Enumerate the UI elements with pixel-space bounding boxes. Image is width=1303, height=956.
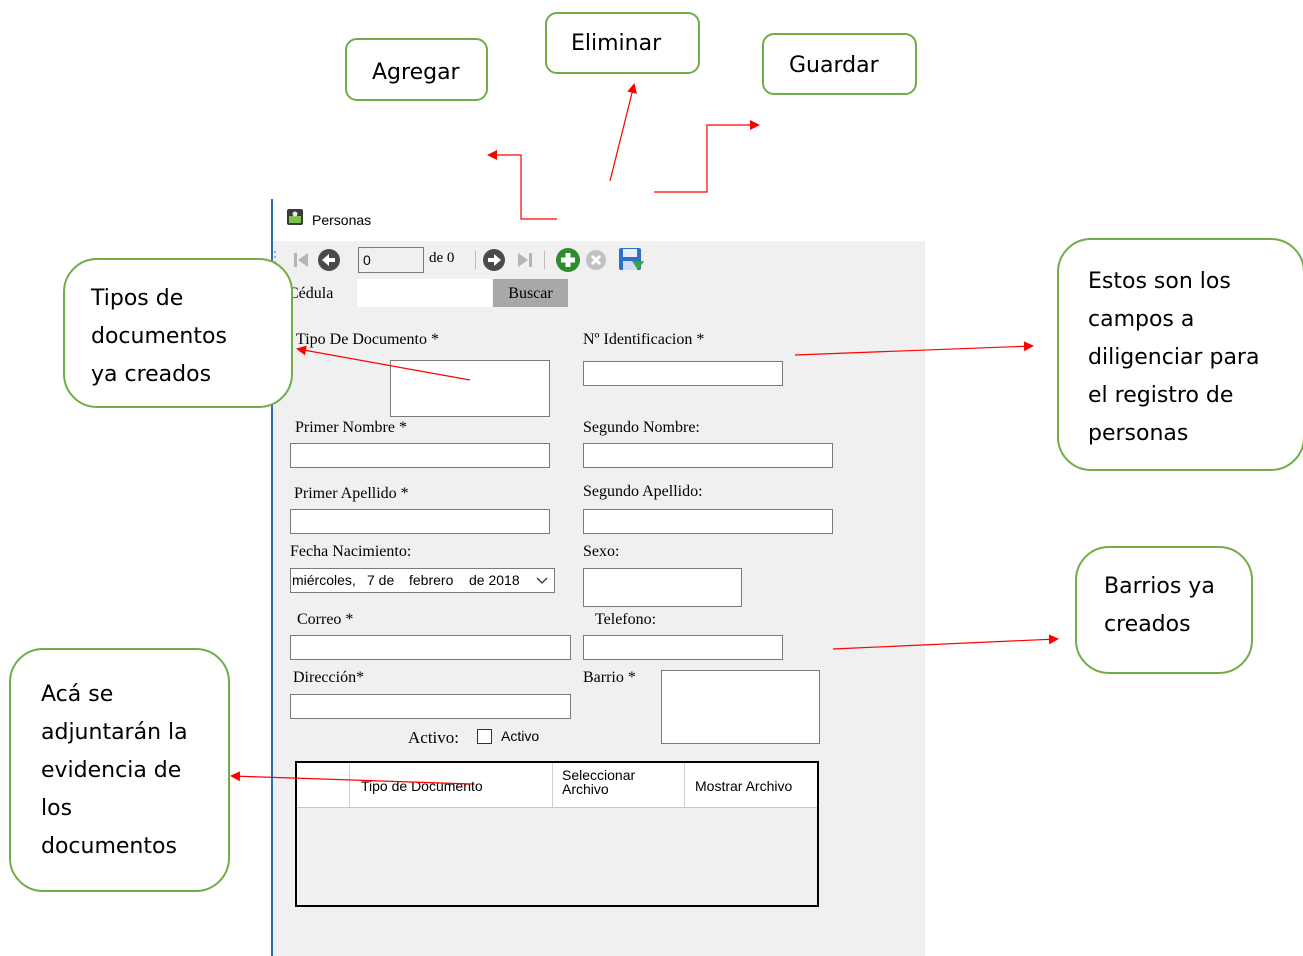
barrio-list[interactable] — [661, 670, 820, 744]
barrio-label: Barrio * — [583, 669, 636, 686]
callout-campos-line: diligenciar para — [1088, 345, 1260, 370]
save-icon[interactable] — [618, 247, 644, 273]
cedula-label: Cédula — [288, 285, 334, 302]
telefono-field[interactable] — [583, 635, 783, 660]
segundo-nombre-field[interactable] — [583, 443, 833, 468]
buscar-button-label: Buscar — [508, 285, 553, 302]
identificacion-label: Nº Identificacion * — [583, 331, 705, 348]
add-new-icon[interactable] — [555, 247, 581, 273]
cedula-search-input[interactable] — [357, 279, 492, 307]
segundo-nombre-label: Segundo Nombre: — [583, 419, 700, 436]
callout-evidencia-line: adjuntarán la — [41, 720, 188, 745]
telefono-label: Telefono: — [595, 611, 657, 628]
fecha-weekday: miércoles, — [292, 572, 356, 588]
binding-navigator: de 0 — [271, 241, 925, 279]
tipo-documento-list[interactable] — [390, 360, 550, 417]
move-previous-icon[interactable] — [317, 248, 341, 272]
callout-eliminar-text: Eliminar — [571, 31, 662, 56]
personas-window: Personas de 0 Cédul — [271, 197, 925, 956]
column-header-seleccionar[interactable]: Seleccionar Archivo — [562, 768, 635, 796]
arrow-eliminar — [609, 83, 637, 182]
primer-apellido-field[interactable] — [290, 509, 550, 534]
activo-checkbox[interactable] — [477, 729, 492, 744]
fecha-nacimiento-label: Fecha Nacimiento: — [290, 543, 412, 560]
callout-campos: Estos son los campos a diligenciar para … — [1057, 238, 1303, 471]
direccion-label: Dirección* — [293, 669, 365, 686]
app-icon — [287, 209, 303, 225]
correo-label: Correo * — [297, 611, 354, 628]
direccion-field[interactable] — [290, 694, 571, 719]
segundo-apellido-label: Segundo Apellido: — [583, 483, 703, 500]
fecha-day: 7 de — [367, 572, 395, 588]
callout-evidencia-line: documentos — [41, 834, 177, 859]
callout-evidencia-line: evidencia de — [41, 758, 182, 783]
callout-campos-line: el registro de — [1088, 383, 1234, 408]
buscar-button[interactable]: Buscar — [493, 279, 568, 307]
chevron-down-icon[interactable] — [536, 577, 548, 585]
callout-barrios: Barrios ya creados — [1075, 546, 1253, 674]
callout-guardar: Guardar — [762, 33, 917, 95]
callout-eliminar: Eliminar — [545, 12, 700, 74]
callout-agregar-text: Agregar — [372, 60, 460, 85]
callout-guardar-text: Guardar — [789, 53, 879, 78]
count-label: de 0 — [429, 250, 455, 266]
fecha-year: de 2018 — [469, 572, 520, 588]
tipo-documento-label: Tipo De Documento * — [296, 331, 439, 348]
correo-field[interactable] — [290, 635, 571, 660]
sexo-list[interactable] — [583, 568, 742, 607]
primer-apellido-label: Primer Apellido * — [294, 485, 409, 502]
toolbar-separator — [475, 251, 476, 269]
callout-evidencia: Acá se adjuntarán la evidencia de los do… — [9, 648, 230, 892]
documentos-grid[interactable]: Tipo de Documento Seleccionar Archivo Mo… — [295, 761, 819, 907]
primer-nombre-label: Primer Nombre * — [295, 419, 407, 436]
callout-tipos-line: documentos — [91, 324, 227, 349]
fecha-nacimiento-picker[interactable]: miércoles, 7 de febrero de 2018 — [290, 568, 555, 593]
callout-barrios-line: Barrios ya — [1104, 574, 1215, 599]
fecha-month: febrero — [409, 572, 454, 588]
callout-campos-line: Estos son los — [1088, 269, 1231, 294]
column-header-mostrar[interactable]: Mostrar Archivo — [695, 778, 792, 794]
column-header-tipo[interactable]: Tipo de Documento — [361, 778, 483, 794]
move-first-icon[interactable] — [291, 250, 311, 270]
callout-tipos-line: Tipos de — [91, 286, 184, 311]
sexo-label: Sexo: — [583, 543, 620, 560]
callout-barrios-line: creados — [1104, 612, 1191, 637]
callout-evidencia-line: Acá se — [41, 682, 114, 707]
identificacion-field[interactable] — [583, 361, 783, 386]
title-bar: Personas — [271, 197, 925, 241]
primer-nombre-field[interactable] — [290, 443, 550, 468]
callout-tipos-documentos: Tipos de documentos ya creados — [63, 258, 293, 408]
window-title: Personas — [312, 212, 372, 228]
delete-icon[interactable] — [585, 249, 607, 271]
arrow-guardar — [654, 120, 760, 193]
toolbar-separator — [544, 251, 545, 269]
callout-campos-line: campos a — [1088, 307, 1195, 332]
activo-label: Activo: — [408, 728, 459, 747]
column-header-seleccionar-line2: Archivo — [562, 781, 609, 797]
segundo-apellido-field[interactable] — [583, 509, 833, 534]
move-next-icon[interactable] — [482, 248, 506, 272]
callout-tipos-line: ya creados — [91, 362, 212, 387]
move-last-icon[interactable] — [515, 250, 535, 270]
callout-campos-line: personas — [1088, 421, 1189, 446]
activo-checkbox-label: Activo — [501, 728, 540, 744]
grid-header: Tipo de Documento Seleccionar Archivo Mo… — [297, 763, 817, 808]
callout-agregar: Agregar — [345, 38, 488, 101]
position-input[interactable] — [358, 247, 424, 273]
callout-evidencia-line: los — [41, 796, 73, 821]
